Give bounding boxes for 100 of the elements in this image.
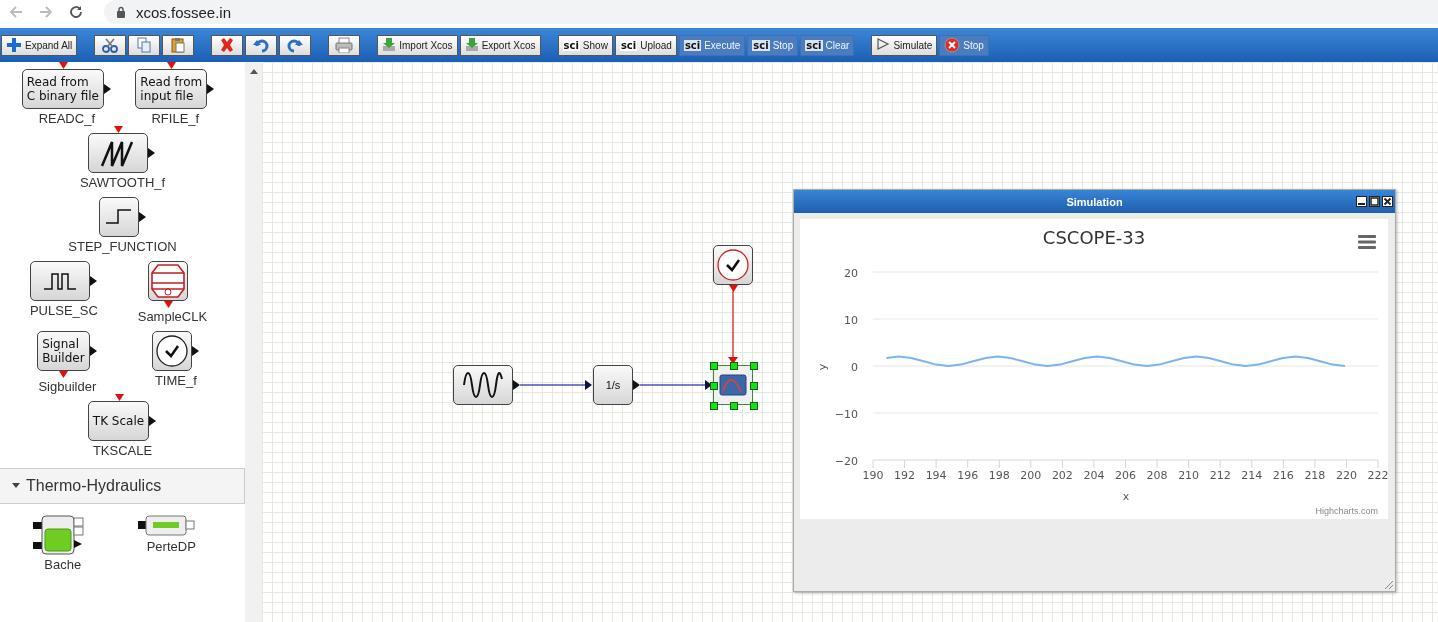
redo-button[interactable] [279,34,312,56]
sample-clock-icon [150,263,187,299]
sci-logo: sci [619,39,638,51]
undo-button[interactable] [245,34,278,56]
copy-icon [136,37,153,53]
block-label: SampleCLK [137,309,208,324]
toolbar-button[interactable]: Import Xcos [377,34,458,56]
function-block[interactable]: Read from input file [135,69,208,109]
menu-icon[interactable] [1358,235,1376,249]
toolbar-button[interactable]: Expand All [1,34,78,56]
block-label: PULSE_SC [29,303,98,318]
function-block[interactable]: TK Scale [87,401,150,441]
x-tick-label: 218 [1304,469,1326,482]
play-icon [876,37,891,53]
x-tick-label: 190 [862,469,884,482]
maximize-icon[interactable] [1369,196,1380,207]
toolbar-button[interactable]: sci Show [557,34,613,56]
address-bar[interactable]: xcos.fossee.in [104,0,1438,24]
resize-handle[interactable] [750,362,758,370]
tank-block[interactable] [32,515,85,555]
pipe-block[interactable] [138,515,197,537]
x-tick-label: 220 [1335,469,1357,482]
window-title: Simulation [1066,195,1123,208]
x-tick-label: 214 [1241,469,1263,482]
plus-icon [6,37,22,53]
block-label: TIME_f [154,373,197,388]
x-tick-label: 204 [1083,469,1105,482]
scissors-icon [101,37,120,53]
block-label: Bache [44,557,82,572]
undo-icon [253,37,270,53]
y-tick-label: 10 [844,314,858,327]
sawtooth-block[interactable] [88,133,149,173]
reload-icon[interactable] [68,4,84,20]
block-label: READC_f [38,111,95,126]
x-tick-label: 210 [1178,469,1200,482]
copy-button[interactable] [128,34,161,56]
sci-logo: sci [683,39,702,51]
step-block[interactable] [98,197,139,237]
block-label: RFILE_f [151,111,200,126]
scrollbar[interactable] [245,62,262,622]
minimize-icon[interactable] [1356,196,1367,207]
y-tick-label: 0 [851,361,858,374]
block-label: PerteDP [146,539,196,554]
block-label: SAWTOOTH_f [79,175,166,190]
clock-icon [716,248,750,282]
toolbar-button[interactable]: Export Xcos [459,34,541,56]
x-tick-label: 212 [1209,469,1231,482]
y-tick-label: 20 [844,267,858,280]
y-tick-label: −10 [834,408,858,421]
block-label: Sigbuilder [38,379,97,394]
x-tick-label: 202 [1051,469,1073,482]
block-label: STEP_FUNCTION [68,239,177,254]
clock-block[interactable] [713,245,753,285]
x-tick-label: 192 [894,469,916,482]
link-arrow[interactable] [519,380,592,390]
sampleclk-block[interactable] [148,261,189,301]
toolbar-button[interactable]: Simulate [871,34,938,56]
printer-button[interactable] [328,34,361,56]
download-icon [382,37,397,53]
diagram-canvas[interactable]: 1/s Simulation CSCOPE-33 −20 −10 0 10 20 190 192 194 196 198 200 202 204 206 208 210 212 214 216 218 220 222 y x Highcharts.com [262,62,1438,622]
x-axis-label: x [1122,490,1130,503]
link-arrow[interactable] [639,380,712,390]
sci-logo: sci [752,39,770,51]
download-icon [464,37,479,53]
x-tick-label: 198 [988,469,1010,482]
credit-link[interactable]: Highcharts.com [1315,506,1378,516]
function-block[interactable]: Signal Builder [37,331,90,371]
scissors-button[interactable] [94,34,127,56]
delete-button[interactable] [211,34,244,56]
clipboard-button[interactable] [162,34,195,56]
x-tick-label: 208 [1146,469,1168,482]
sine-block[interactable] [453,365,513,405]
x-tick-label: 216 [1272,469,1294,482]
resize-handle[interactable] [750,402,758,410]
pulse-block[interactable] [29,261,90,301]
close-icon[interactable] [1382,196,1393,207]
clock-icon [154,334,189,368]
category-header[interactable]: Thermo-Hydraulics [0,468,245,504]
stop-icon [944,37,961,53]
printer-icon [335,37,354,53]
pulse-wave-icon [41,270,78,292]
x-tick-label: 200 [1020,469,1042,482]
url-text: xcos.fossee.in [136,3,232,21]
resize-handle[interactable] [730,402,738,410]
scope-display-icon [719,374,747,396]
function-block[interactable]: 1/s [593,365,633,405]
resize-handle[interactable] [730,362,738,370]
resize-handle[interactable] [710,402,718,410]
resize-handle[interactable] [710,382,718,390]
sine-wave-icon [461,369,505,401]
function-block[interactable]: Read from C binary file [21,69,104,109]
x-tick-label: 194 [925,469,947,482]
resize-handle[interactable] [710,362,718,370]
event-link-arrow[interactable] [728,290,738,364]
toolbar-button[interactable]: sci Upload [614,34,677,56]
clock-block[interactable] [151,331,192,371]
chart-title: CSCOPE-33 [1042,227,1146,248]
resize-handle[interactable] [750,382,758,390]
block-label: TKSCALE [92,443,153,458]
x-tick-label: 222 [1367,469,1388,482]
